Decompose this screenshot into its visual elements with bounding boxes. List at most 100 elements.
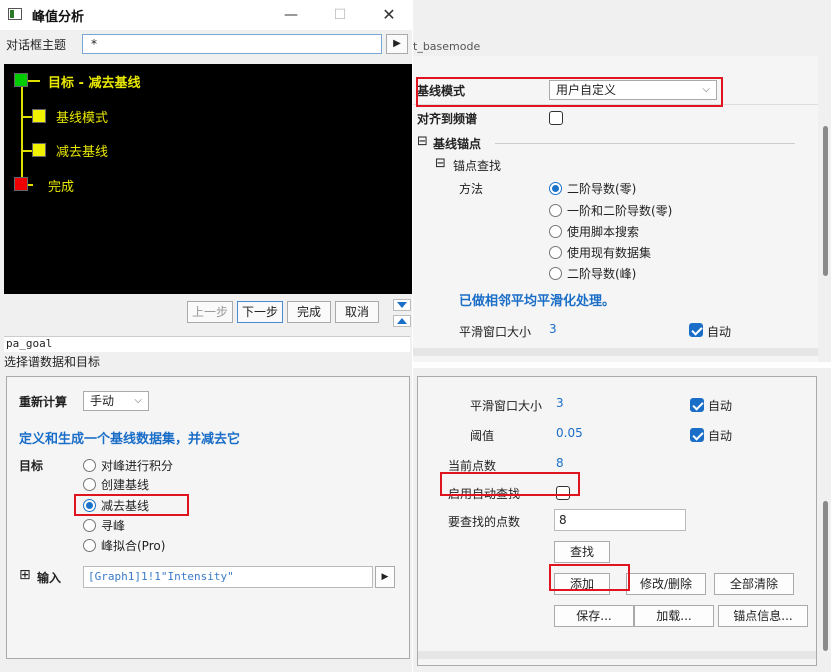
baseline-mode-settings: 基线模式 用户自定义 ⌵ 对齐到频谱 ⊟ 基线锚点 ⊟ 锚点查找 方法 二阶导数… [413,56,818,362]
smoothing-note: 已做相邻平均平滑化处理。 [459,294,616,309]
method-option-2nd-deriv-peak[interactable]: 二阶导数(峰) [567,265,636,282]
smooth-window-label-2: 平滑窗口大小 [470,399,543,413]
modify-delete-button[interactable]: 修改/删除 [626,573,706,595]
recalculate-label: 重新计算 [19,395,68,409]
smooth-auto-checkbox[interactable] [689,323,703,337]
clear-all-button[interactable]: 全部清除 [714,573,794,595]
chevron-down-icon: ⌵ [702,84,710,95]
target-option-peak-fit[interactable]: 峰拟合(Pro) [101,537,165,554]
baseline-mode-label: 基线模式 [417,84,466,98]
dialog-theme-menu-button[interactable]: ▶ [386,34,408,54]
next-button[interactable]: 下一步 [237,301,283,323]
target-radio-create-baseline[interactable] [83,478,96,491]
tree-label-baseline-mode[interactable]: 基线模式 [56,107,108,126]
panel-heading: 定义和生成一个基线数据集，并减去它 [19,432,241,447]
method-option-1st-2nd-deriv[interactable]: 一阶和二阶导数(零) [567,202,672,219]
find-button[interactable]: 查找 [554,541,610,563]
page-id-label: pa_goal [4,336,410,352]
recalculate-value: 手动 [90,394,115,408]
dialog-theme-row: 对话框主题 * ▶ [0,31,412,57]
align-to-spectrum-label: 对齐到频谱 [417,112,478,126]
threshold-value[interactable]: 0.05 [556,426,583,440]
tree-node-finish[interactable] [14,177,28,191]
smooth-auto-checkbox-2[interactable] [690,398,704,412]
threshold-auto-label: 自动 [708,429,733,443]
load-button[interactable]: 加载... [634,605,714,627]
smooth-auto-label: 自动 [707,325,732,339]
close-button[interactable]: ✕ [378,4,400,26]
target-option-subtract-baseline[interactable]: 减去基线 [101,497,149,514]
points-to-find-label: 要查找的点数 [448,515,521,529]
anchor-info-button[interactable]: 锚点信息... [718,605,808,627]
target-radio-integrate[interactable] [83,459,96,472]
method-radio-script[interactable] [549,225,562,238]
app-icon [8,8,22,20]
target-radio-peak-fit[interactable] [83,539,96,552]
prev-button[interactable]: 上一步 [187,301,233,323]
smooth-window-value[interactable]: 3 [549,322,557,336]
chevron-down-icon: ⌵ [134,395,142,406]
vertical-scrollbar[interactable] [820,376,831,666]
dialog-theme-label: 对话框主题 [6,38,67,52]
tree-label-subtract-baseline[interactable]: 减去基线 [56,141,108,160]
target-radio-find-peaks[interactable] [83,519,96,532]
window-title: 峰值分析 [32,10,85,25]
minimize-button[interactable]: — [280,4,302,26]
title-bar: 峰值分析 — ☐ ✕ [0,0,412,30]
target-radio-subtract-baseline[interactable] [83,499,96,512]
method-radio-2nd-deriv-peak[interactable] [549,267,562,280]
goal-settings-panel: 重新计算 手动 ⌵ 定义和生成一个基线数据集，并减去它 目标 对峰进行积分 创建… [6,376,410,659]
baseline-anchors-section: 基线锚点 [433,137,482,151]
collapse-minus-icon[interactable]: ⊟ [435,156,446,171]
scrollbar-thumb[interactable] [823,501,828,651]
divider [495,143,795,144]
baseline-mode-panel: t_basemode 基线模式 用户自定义 ⌵ 对齐到频谱 ⊟ 基线锚点 ⊟ 锚… [413,0,831,362]
method-radio-1st-2nd-deriv[interactable] [549,204,562,217]
points-to-find-input[interactable]: 8 [554,509,686,531]
target-option-integrate[interactable]: 对峰进行积分 [101,457,173,474]
tree-node-baseline-mode[interactable] [32,109,46,123]
smooth-window-label: 平滑窗口大小 [459,325,532,339]
method-label: 方法 [459,182,484,196]
align-to-spectrum-checkbox[interactable] [549,111,563,125]
horizontal-scrollbar[interactable] [418,651,816,659]
tree-label-finish[interactable]: 完成 [48,176,74,195]
tree-node-goal[interactable] [14,73,28,87]
input-label: 输入 [37,571,62,585]
method-radio-2nd-deriv-zero[interactable] [549,182,562,195]
tree-connector [28,80,40,82]
panel-header-stub: t_basemode [413,40,481,53]
baseline-mode-value: 用户自定义 [556,83,617,97]
target-option-create-baseline[interactable]: 创建基线 [101,476,149,493]
recalculate-dropdown[interactable]: 手动 ⌵ [83,391,149,411]
target-label: 目标 [19,459,44,473]
scrollbar-thumb[interactable] [823,126,828,276]
finish-button[interactable]: 完成 [287,301,331,323]
vertical-scrollbar[interactable] [820,56,831,356]
collapse-minus-icon[interactable]: ⊟ [417,134,428,149]
baseline-mode-dropdown[interactable]: 用户自定义 ⌵ [549,80,717,100]
expand-down-button[interactable] [393,315,411,327]
tree-label-goal[interactable]: 目标 - 减去基线 [48,72,140,91]
input-menu-button[interactable]: ▶ [375,566,395,588]
add-button[interactable]: 添加 [554,573,610,595]
maximize-button[interactable]: ☐ [329,4,351,26]
collapse-up-button[interactable] [393,299,411,311]
smooth-window-value-2[interactable]: 3 [556,396,564,410]
threshold-auto-checkbox[interactable] [690,428,704,442]
cancel-button[interactable]: 取消 [335,301,379,323]
method-option-existing-dataset[interactable]: 使用现有数据集 [567,244,651,261]
method-option-2nd-deriv-zero[interactable]: 二阶导数(零) [567,180,636,197]
enable-auto-find-checkbox[interactable] [556,486,570,500]
target-option-find-peaks[interactable]: 寻峰 [101,517,125,534]
tree-node-subtract-baseline[interactable] [32,143,46,157]
horizontal-scrollbar[interactable] [413,348,818,356]
input-range-field[interactable]: [Graph1]1!1"Intensity" [83,566,373,588]
expand-plus-icon[interactable]: ⊞ [19,567,31,583]
method-option-script[interactable]: 使用脚本搜索 [567,223,639,240]
save-button[interactable]: 保存... [554,605,634,627]
dialog-theme-input[interactable]: * [82,34,382,54]
method-radio-existing-dataset[interactable] [549,246,562,259]
tree-connector [21,86,23,190]
anchor-points-panel: 平滑窗口大小 3 自动 阈值 0.05 自动 当前点数 8 启用自动查找 要查找… [413,368,831,672]
